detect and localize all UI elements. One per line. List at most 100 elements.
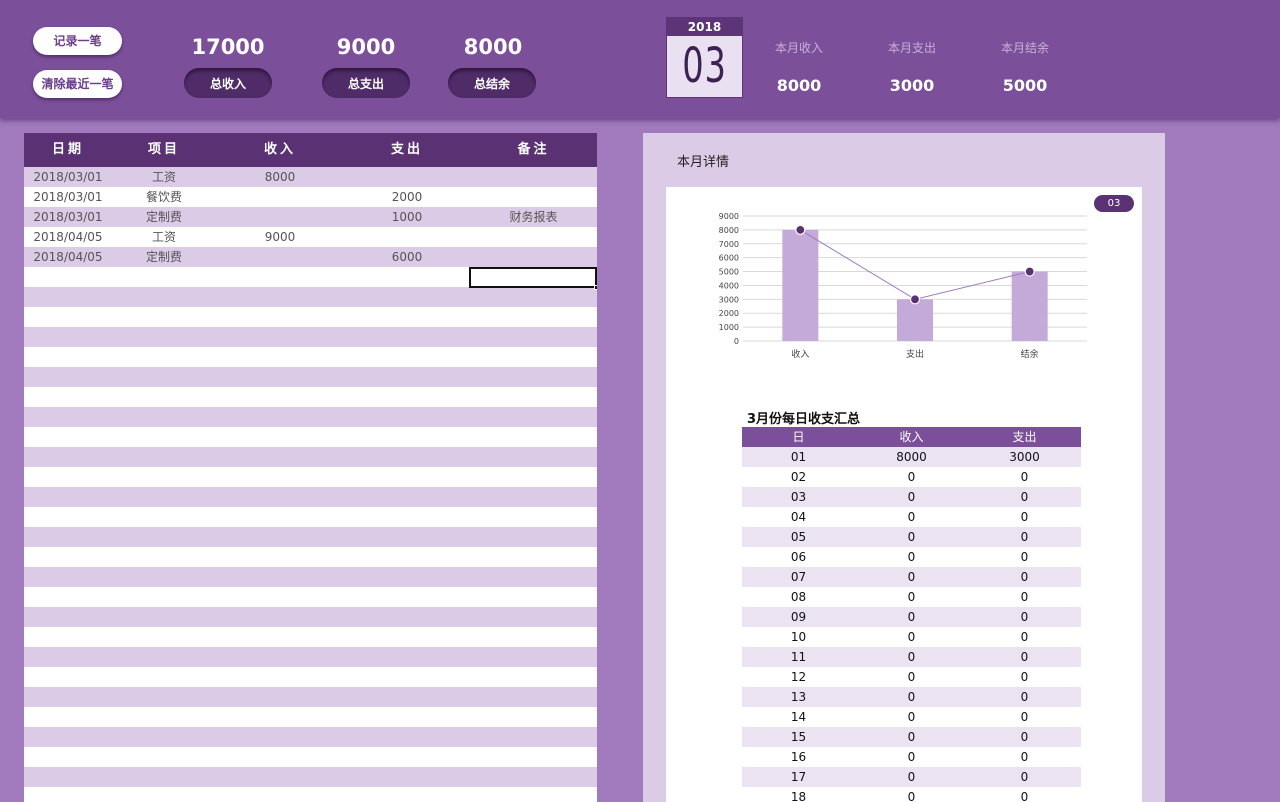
table-cell[interactable] [216, 267, 344, 287]
table-cell[interactable] [470, 247, 597, 267]
table-cell[interactable] [24, 467, 112, 487]
table-cell[interactable] [112, 367, 216, 387]
table-cell[interactable] [24, 607, 112, 627]
table-row[interactable] [24, 567, 597, 587]
table-cell[interactable] [112, 727, 216, 747]
table-cell[interactable] [344, 667, 470, 687]
table-cell[interactable] [216, 627, 344, 647]
table-cell[interactable] [24, 487, 112, 507]
table-cell[interactable] [216, 367, 344, 387]
table-cell[interactable]: 1000 [344, 207, 470, 227]
table-row[interactable] [24, 367, 597, 387]
table-row[interactable] [24, 507, 597, 527]
table-row[interactable] [24, 787, 597, 802]
table-row[interactable] [24, 587, 597, 607]
table-row[interactable] [24, 387, 597, 407]
table-cell[interactable]: 财务报表 [470, 207, 597, 227]
table-cell[interactable]: 2018/04/05 [24, 247, 112, 267]
table-cell[interactable] [470, 467, 597, 487]
table-row[interactable]: 2018/04/05 定制费 6000 [24, 247, 597, 267]
table-row[interactable] [24, 447, 597, 467]
table-cell[interactable] [24, 507, 112, 527]
table-cell[interactable] [344, 707, 470, 727]
table-row[interactable] [24, 307, 597, 327]
table-row[interactable] [24, 347, 597, 367]
col-note-header[interactable]: 备注 [470, 133, 597, 167]
calendar-widget[interactable]: 2018 03 [666, 17, 743, 98]
table-cell[interactable] [216, 407, 344, 427]
table-cell[interactable]: 定制费 [112, 247, 216, 267]
table-cell[interactable] [24, 307, 112, 327]
table-row[interactable] [24, 707, 597, 727]
fill-handle[interactable] [594, 285, 597, 290]
table-cell[interactable] [344, 527, 470, 547]
table-cell[interactable] [470, 167, 597, 187]
table-cell[interactable] [24, 667, 112, 687]
table-cell[interactable] [344, 367, 470, 387]
table-cell[interactable]: 定制费 [112, 207, 216, 227]
table-cell[interactable] [344, 547, 470, 567]
table-cell[interactable] [344, 747, 470, 767]
table-cell[interactable] [470, 587, 597, 607]
table-cell[interactable] [470, 447, 597, 467]
selected-cell[interactable] [469, 267, 597, 290]
table-cell[interactable] [112, 427, 216, 447]
table-cell[interactable] [470, 507, 597, 527]
table-cell[interactable] [112, 347, 216, 367]
table-cell[interactable]: 2018/03/01 [24, 207, 112, 227]
table-cell[interactable] [344, 307, 470, 327]
table-cell[interactable] [112, 267, 216, 287]
table-row[interactable] [24, 407, 597, 427]
table-cell[interactable] [112, 687, 216, 707]
table-cell[interactable] [24, 267, 112, 287]
table-cell[interactable] [24, 447, 112, 467]
table-cell[interactable] [112, 527, 216, 547]
table-cell[interactable] [24, 587, 112, 607]
table-cell[interactable] [344, 507, 470, 527]
table-cell[interactable] [112, 747, 216, 767]
table-cell[interactable] [24, 427, 112, 447]
table-cell[interactable] [216, 547, 344, 567]
table-cell[interactable] [470, 407, 597, 427]
table-cell[interactable] [470, 327, 597, 347]
table-cell[interactable] [470, 707, 597, 727]
col-expense-header[interactable]: 支出 [344, 133, 470, 167]
table-row[interactable]: 2018/04/05 工资 9000 [24, 227, 597, 247]
table-row[interactable] [24, 327, 597, 347]
table-cell[interactable] [344, 387, 470, 407]
table-row[interactable] [24, 767, 597, 787]
table-cell[interactable] [112, 567, 216, 587]
table-cell[interactable] [112, 327, 216, 347]
table-cell[interactable]: 2018/03/01 [24, 167, 112, 187]
table-row[interactable] [24, 527, 597, 547]
table-cell[interactable] [112, 287, 216, 307]
table-cell[interactable] [216, 787, 344, 802]
table-row[interactable]: 2018/03/01 餐饮费 2000 [24, 187, 597, 207]
table-cell[interactable] [470, 767, 597, 787]
clear-last-entry-button[interactable]: 清除最近一笔 [33, 70, 122, 98]
table-cell[interactable] [216, 567, 344, 587]
table-cell[interactable] [24, 727, 112, 747]
table-cell[interactable] [470, 427, 597, 447]
table-cell[interactable] [112, 467, 216, 487]
col-date-header[interactable]: 日期 [24, 133, 112, 167]
table-cell[interactable] [216, 347, 344, 367]
table-cell[interactable] [216, 427, 344, 447]
table-cell[interactable] [216, 687, 344, 707]
table-cell[interactable] [470, 567, 597, 587]
table-cell[interactable] [344, 327, 470, 347]
table-row[interactable] [24, 747, 597, 767]
table-cell[interactable]: 2000 [344, 187, 470, 207]
table-cell[interactable] [344, 427, 470, 447]
table-cell[interactable] [216, 327, 344, 347]
table-row[interactable] [24, 547, 597, 567]
table-cell[interactable] [112, 487, 216, 507]
table-cell[interactable]: 2018/03/01 [24, 187, 112, 207]
table-row[interactable] [24, 427, 597, 447]
table-cell[interactable] [216, 387, 344, 407]
table-cell[interactable]: 餐饮费 [112, 187, 216, 207]
table-cell[interactable] [112, 787, 216, 802]
table-cell[interactable] [216, 467, 344, 487]
table-cell[interactable] [470, 627, 597, 647]
table-cell[interactable] [470, 367, 597, 387]
